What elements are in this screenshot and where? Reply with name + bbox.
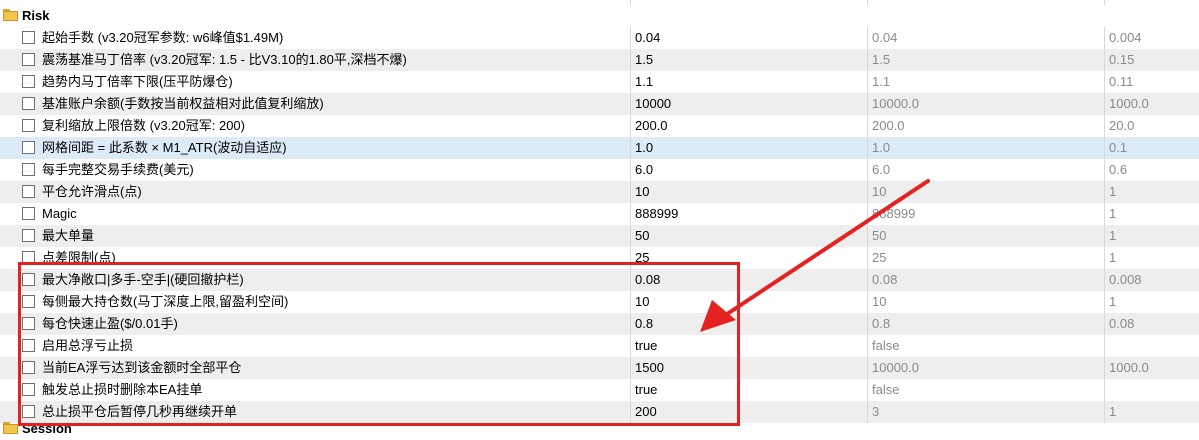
param-step: 1 — [1109, 250, 1117, 265]
row-checkbox[interactable] — [22, 53, 35, 66]
param-default: 6.0 — [868, 159, 1105, 181]
param-step: 1000.0 — [1109, 96, 1149, 111]
param-default: false — [868, 335, 1105, 357]
param-default: 1.5 — [868, 49, 1105, 71]
table-row[interactable]: 网格间距 = 此系数 × M1_ATR(波动自适应) 1.0 1.0 0.1 — [0, 137, 1199, 159]
param-default: 25 — [868, 247, 1105, 269]
param-name: 复利缩放上限倍数 (v3.20冠军: 200) — [42, 118, 245, 133]
row-checkbox[interactable] — [22, 97, 35, 110]
table-row[interactable]: 复利缩放上限倍数 (v3.20冠军: 200) 200.0 200.0 20.0 — [0, 115, 1199, 137]
param-name: 最大单量 — [42, 228, 95, 243]
param-step: 0.008 — [1109, 272, 1142, 287]
row-checkbox[interactable] — [22, 207, 35, 220]
param-name-cell: 网格间距 = 此系数 × M1_ATR(波动自适应) — [0, 137, 631, 159]
group-title: Risk — [22, 8, 50, 23]
param-default: 10000.0 — [868, 357, 1105, 379]
param-value[interactable]: 10 — [631, 181, 868, 203]
param-step — [1105, 379, 1199, 401]
param-name: 起始手数 (v3.20冠军参数: w6峰值$1.49M) — [42, 30, 284, 45]
param-name-cell: 起始手数 (v3.20冠军参数: w6峰值$1.49M) — [0, 27, 631, 49]
param-name: 基准账户余额(手数按当前权益相对此值复利缩放) — [42, 96, 324, 111]
param-step: 1 — [1109, 184, 1117, 199]
param-default: 1.0 — [868, 137, 1105, 159]
param-value[interactable]: 0.04 — [631, 27, 868, 49]
param-value[interactable]: 10000 — [631, 93, 868, 115]
table-row[interactable]: 起始手数 (v3.20冠军参数: w6峰值$1.49M) 0.04 0.04 0.00… — [0, 27, 1199, 49]
row-checkbox[interactable] — [22, 185, 35, 198]
highlight-box — [18, 262, 740, 426]
row-checkbox[interactable] — [22, 229, 35, 242]
param-value[interactable]: 1.0 — [631, 137, 868, 159]
param-step: 0.004 — [1109, 30, 1142, 45]
param-step: 1 — [1109, 294, 1117, 309]
param-default: 10 — [868, 181, 1105, 203]
param-value[interactable]: 888999 — [631, 203, 868, 225]
table-row[interactable]: Magic 888999 888999 1 — [0, 203, 1199, 225]
param-default: 10000.0 — [868, 93, 1105, 115]
param-default: 200.0 — [868, 115, 1105, 137]
table-row[interactable]: 趋势内马丁倍率下限(压平防爆仓) 1.1 1.1 0.11 — [0, 71, 1199, 93]
param-name-cell: 每手完整交易手续费(美元) — [0, 159, 631, 181]
param-step: 0.08 — [1109, 316, 1135, 331]
row-checkbox[interactable] — [22, 31, 35, 44]
param-value[interactable]: 1.5 — [631, 49, 868, 71]
param-name-cell: 最大单量 — [0, 225, 631, 247]
row-checkbox[interactable] — [22, 119, 35, 132]
table-row[interactable]: 每手完整交易手续费(美元) 6.0 6.0 0.6 — [0, 159, 1199, 181]
row-checkbox[interactable] — [22, 75, 35, 88]
param-name-cell: 平仓允许滑点(点) — [0, 181, 631, 203]
param-step: 1000.0 — [1109, 360, 1149, 375]
param-name-cell: 基准账户余额(手数按当前权益相对此值复利缩放) — [0, 93, 631, 115]
table-row[interactable]: 基准账户余额(手数按当前权益相对此值复利缩放) 10000 10000.0 1000.… — [0, 93, 1199, 115]
param-step: 0.6 — [1109, 162, 1128, 177]
group-risk[interactable]: Risk — [0, 5, 1199, 27]
param-step: 1 — [1109, 228, 1117, 243]
row-checkbox[interactable] — [22, 141, 35, 154]
param-step: 0.1 — [1109, 140, 1128, 155]
param-step: 0.11 — [1109, 74, 1134, 89]
param-name-cell: Magic — [0, 203, 631, 225]
param-step: 0.15 — [1109, 52, 1135, 67]
param-default: false — [868, 379, 1105, 401]
param-default: 0.08 — [868, 269, 1105, 291]
table-row[interactable]: 最大单量 50 50 1 — [0, 225, 1199, 247]
param-name: 每手完整交易手续费(美元) — [42, 162, 194, 177]
folder-icon — [3, 9, 18, 21]
param-default: 10 — [868, 291, 1105, 313]
param-step: 1 — [1109, 206, 1117, 221]
param-step — [1105, 335, 1199, 357]
param-value[interactable]: 6.0 — [631, 159, 868, 181]
param-value[interactable]: 50 — [631, 225, 868, 247]
param-name: Magic — [42, 206, 77, 221]
param-name-cell: 复利缩放上限倍数 (v3.20冠军: 200) — [0, 115, 631, 137]
row-checkbox[interactable] — [22, 163, 35, 176]
param-name: 平仓允许滑点(点) — [42, 184, 142, 199]
table-row[interactable]: 震荡基准马丁倍率 (v3.20冠军: 1.5 - 比V3.10的1.80平,深档… — [0, 49, 1199, 71]
param-value[interactable]: 1.1 — [631, 71, 868, 93]
param-name-cell: 震荡基准马丁倍率 (v3.20冠军: 1.5 - 比V3.10的1.80平,深档… — [0, 49, 631, 71]
table-row[interactable]: 平仓允许滑点(点) 10 10 1 — [0, 181, 1199, 203]
param-default: 1.1 — [868, 71, 1105, 93]
param-value[interactable]: 200.0 — [631, 115, 868, 137]
param-name: 趋势内马丁倍率下限(压平防爆仓) — [42, 74, 233, 89]
folder-icon — [3, 422, 18, 434]
param-default: 888999 — [868, 203, 1105, 225]
param-name: 震荡基准马丁倍率 (v3.20冠军: 1.5 - 比V3.10的1.80平,深档… — [42, 52, 407, 67]
param-name: 网格间距 = 此系数 × M1_ATR(波动自适应) — [42, 140, 287, 155]
param-default: 0.04 — [868, 27, 1105, 49]
param-step: 20.0 — [1109, 118, 1135, 133]
param-name-cell: 趋势内马丁倍率下限(压平防爆仓) — [0, 71, 631, 93]
param-default: 0.8 — [868, 313, 1105, 335]
param-default: 50 — [868, 225, 1105, 247]
